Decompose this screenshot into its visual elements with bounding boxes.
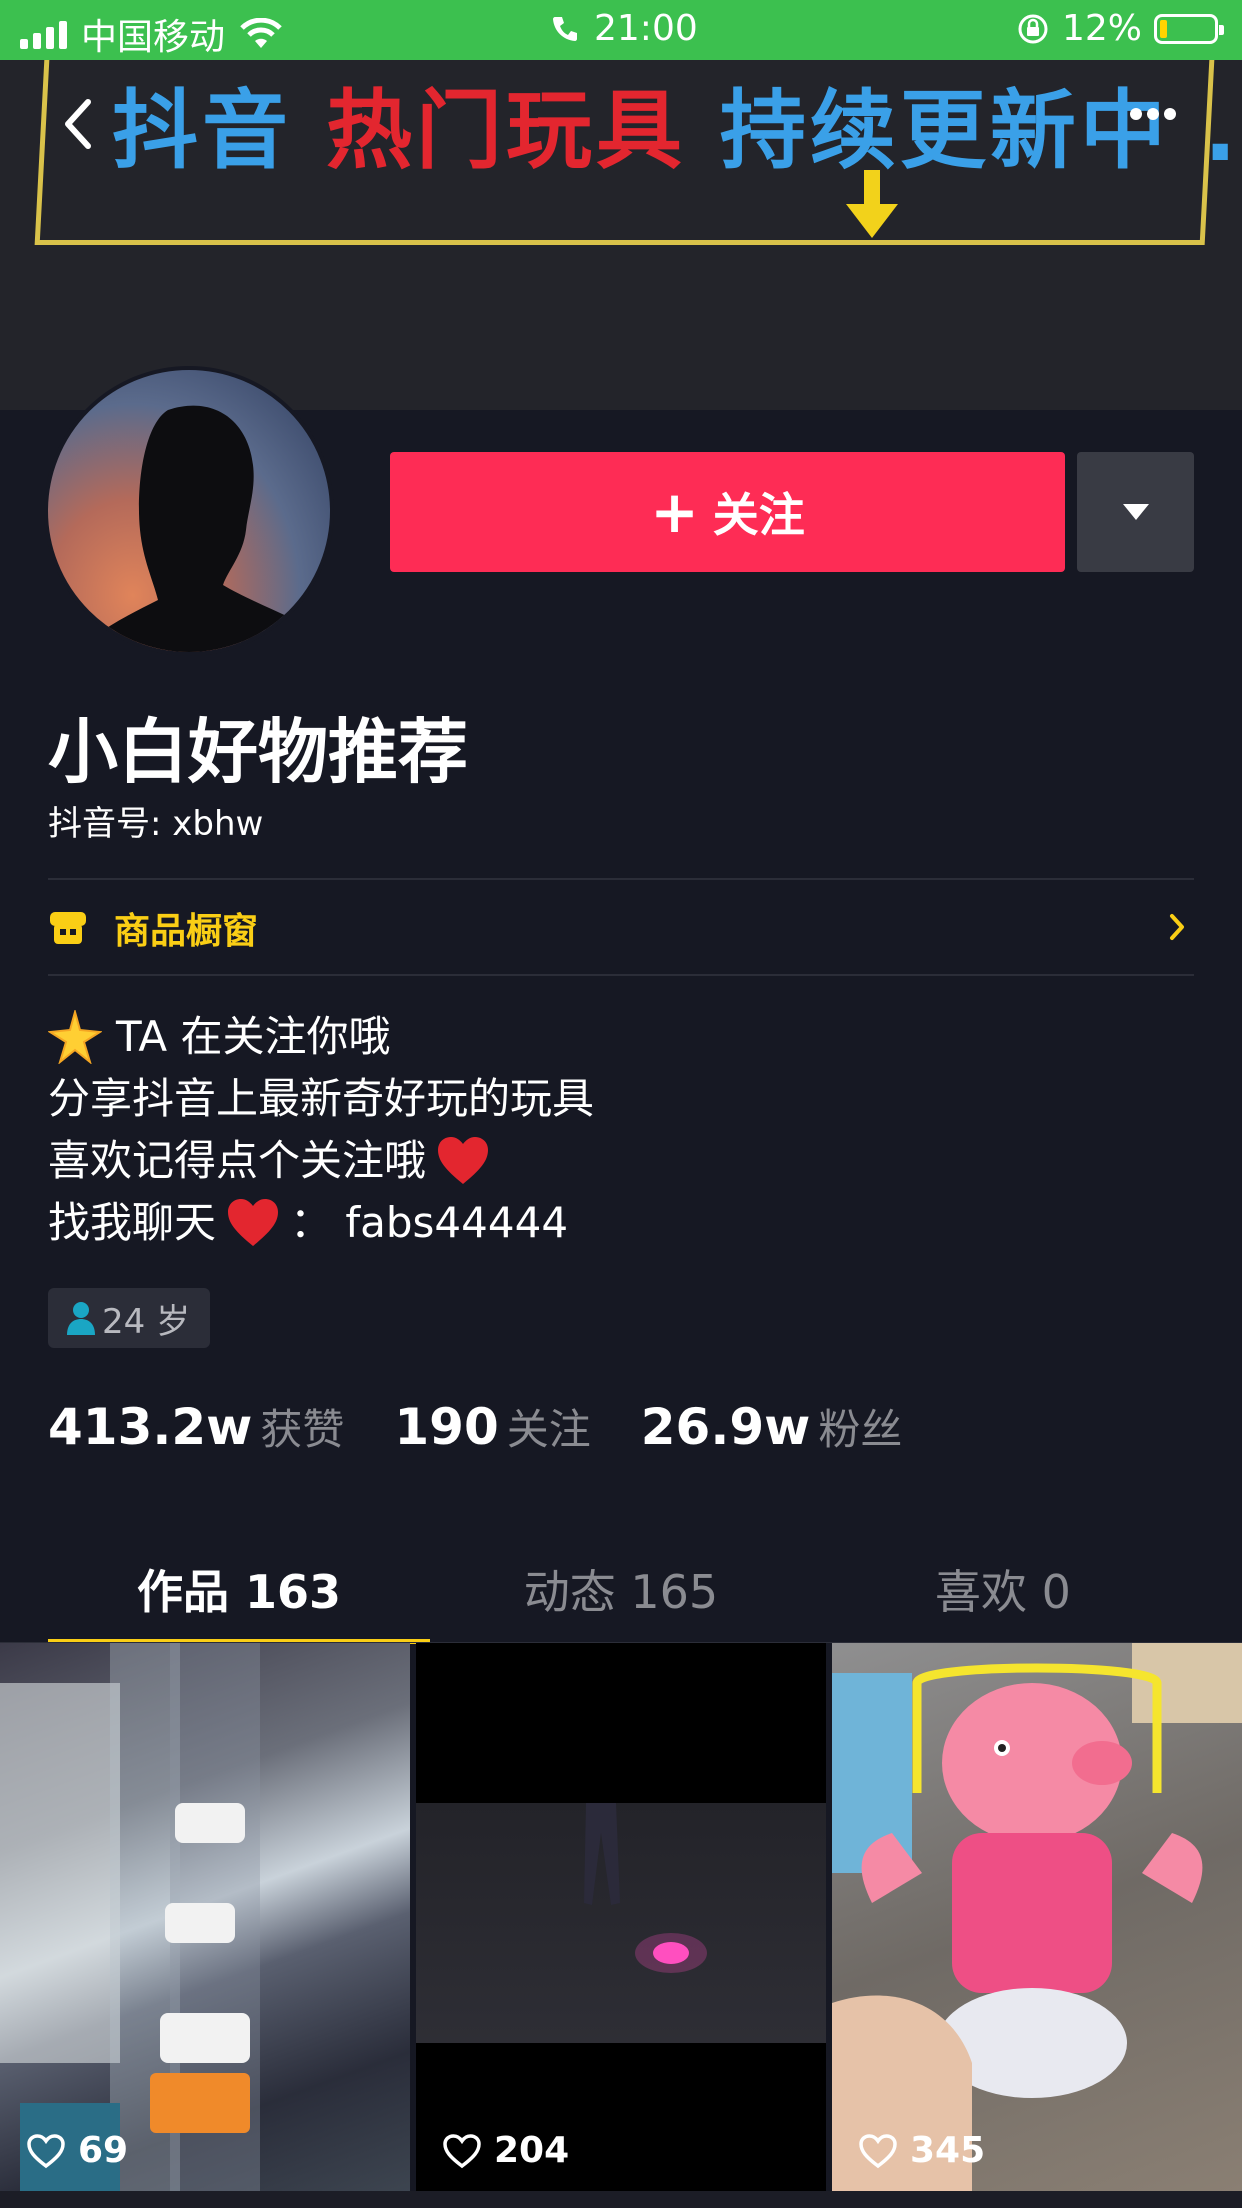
red-heart-icon bbox=[438, 1137, 489, 1184]
carrier-name: 中国移动 bbox=[81, 17, 226, 58]
wifi-icon bbox=[240, 18, 282, 48]
following-count[interactable]: 190 bbox=[394, 1398, 498, 1456]
age-value: 24 岁 bbox=[102, 1301, 191, 1342]
like-count: 69 bbox=[26, 2130, 128, 2171]
nickname: 小白好物推荐 bbox=[48, 711, 468, 793]
age-tag: 24 岁 bbox=[48, 1288, 211, 1348]
stats-row: 413.2w 获赞 190 关注 26.9w 粉丝 bbox=[48, 1396, 952, 1457]
signal-icon bbox=[20, 19, 67, 49]
shop-label: 商品橱窗 bbox=[114, 911, 259, 952]
profile-tabs: 作品 163 动态 165 喜欢 0 bbox=[48, 1540, 1194, 1644]
more-options-button[interactable] bbox=[1130, 108, 1176, 120]
status-bar: 中国移动 21:00 12% bbox=[0, 0, 1242, 60]
person-with-toy-image bbox=[584, 1803, 707, 1973]
bio-line-2: 分享抖音上最新奇好玩的玩具 bbox=[48, 1074, 595, 1123]
banner-text-part1: 抖音 bbox=[112, 81, 292, 181]
clock: 21:00 bbox=[594, 8, 698, 49]
shop-icon bbox=[50, 912, 86, 944]
profile-cover-banner: 抖音 热门玩具 持续更新中 ... bbox=[0, 60, 1242, 410]
battery-percent: 12% bbox=[1061, 8, 1142, 49]
video-grid: 69 204 345 bbox=[0, 1643, 1242, 2191]
like-count: 345 bbox=[858, 2130, 985, 2171]
heart-outline-icon bbox=[859, 2133, 897, 2168]
avatar[interactable] bbox=[44, 366, 334, 656]
like-count-value: 69 bbox=[78, 2130, 129, 2171]
heart-outline-icon bbox=[27, 2133, 65, 2168]
heart-outline-icon bbox=[443, 2133, 481, 2168]
followers-label[interactable]: 粉丝 bbox=[818, 1396, 902, 1457]
like-count-value: 204 bbox=[494, 2130, 570, 2171]
plus-icon: + bbox=[650, 478, 699, 546]
tab-moments[interactable]: 动态 165 bbox=[430, 1540, 812, 1644]
rotation-lock-icon bbox=[1018, 14, 1048, 43]
divider bbox=[48, 974, 1194, 976]
follow-label: 关注 bbox=[712, 488, 805, 542]
video-thumbnail[interactable]: 204 bbox=[416, 1643, 826, 2191]
sparkle-star-icon bbox=[48, 1010, 102, 1064]
likes-count: 413.2w bbox=[48, 1398, 253, 1456]
banner-text-hot: 热门玩具 bbox=[325, 81, 686, 181]
banner-text: 抖音 热门玩具 持续更新中 ... bbox=[112, 60, 1242, 185]
banner-ellipsis: ... bbox=[1203, 81, 1242, 181]
bio-line-4-suffix: ： fabs44444 bbox=[290, 1198, 569, 1247]
video-thumbnail[interactable]: 345 bbox=[832, 1643, 1242, 2191]
battery-icon bbox=[1154, 13, 1224, 44]
recommend-dropdown-button[interactable] bbox=[1077, 452, 1194, 572]
tab-likes[interactable]: 喜欢 0 bbox=[812, 1540, 1194, 1644]
bio-line-3: 喜欢记得点个关注哦 bbox=[48, 1136, 427, 1185]
following-label[interactable]: 关注 bbox=[507, 1396, 591, 1457]
like-count: 204 bbox=[442, 2130, 569, 2171]
like-count-value: 345 bbox=[910, 2130, 986, 2171]
toy-car-tower-image bbox=[0, 1643, 260, 2191]
bio: TA 在关注你哦 分享抖音上最新奇好玩的玩具 喜欢记得点个关注哦 找我聊天 ： … bbox=[48, 1006, 594, 1254]
avatar-silhouette bbox=[75, 405, 330, 652]
douyin-id: 抖音号: xbhw bbox=[48, 804, 264, 844]
likes-label: 获赞 bbox=[260, 1405, 345, 1454]
video-thumbnail[interactable]: 69 bbox=[0, 1643, 410, 2191]
bio-line-4-prefix: 找我聊天 bbox=[48, 1198, 217, 1247]
back-button[interactable] bbox=[56, 94, 100, 154]
tab-works[interactable]: 作品 163 bbox=[48, 1540, 430, 1644]
chevron-right-icon bbox=[1170, 914, 1184, 940]
bio-line-1: TA 在关注你哦 bbox=[116, 1012, 391, 1061]
shop-window-link[interactable]: 商品橱窗 bbox=[48, 880, 1194, 976]
banner-text-part2: 持续更新中 bbox=[719, 81, 1170, 181]
followers-count[interactable]: 26.9w bbox=[641, 1398, 811, 1456]
red-heart-icon bbox=[228, 1199, 279, 1246]
caret-down-icon bbox=[1123, 504, 1149, 520]
pig-toy-image bbox=[832, 1643, 1242, 2191]
person-icon bbox=[67, 1302, 95, 1335]
next-row-thumbnails bbox=[0, 2191, 1242, 2208]
follow-button[interactable]: + 关注 bbox=[390, 452, 1065, 572]
phone-icon bbox=[553, 16, 577, 41]
